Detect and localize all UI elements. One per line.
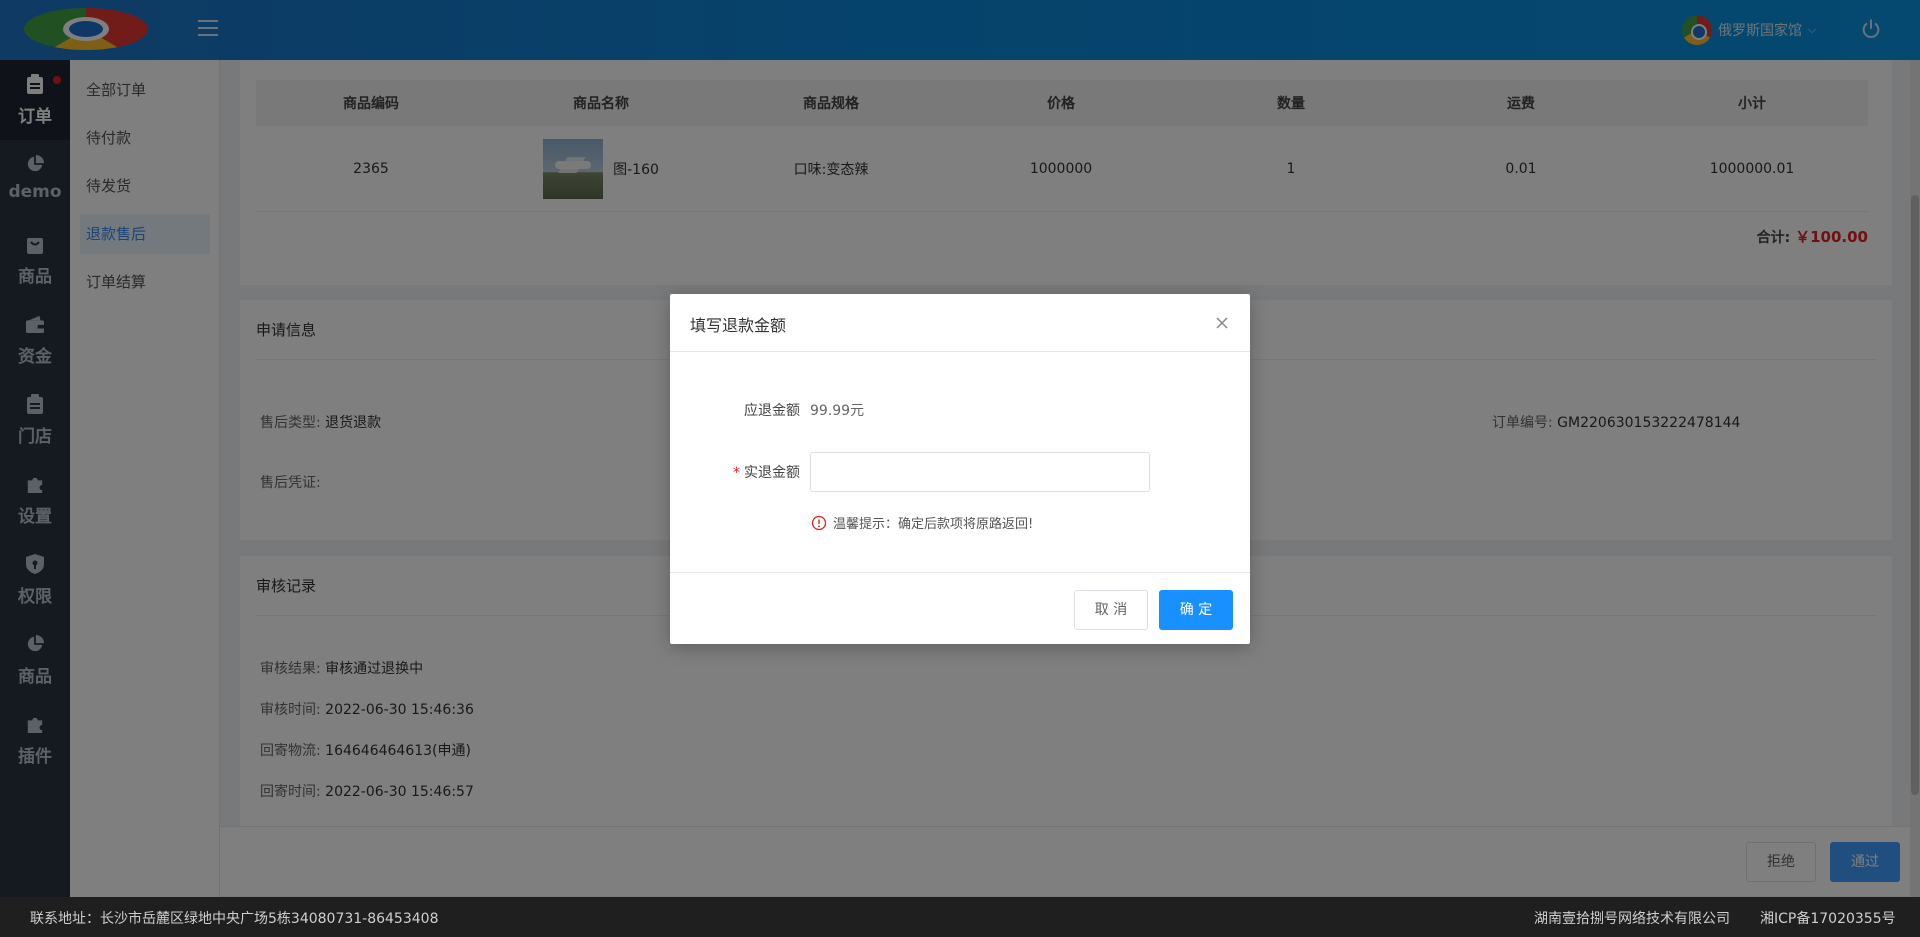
- tip-text: 温馨提示：确定后款项将原路返回!: [833, 517, 1034, 532]
- cancel-button[interactable]: 取 消: [1074, 590, 1148, 630]
- confirm-button[interactable]: 确 定: [1159, 590, 1233, 630]
- required-mark: *: [733, 465, 740, 481]
- footer-icp[interactable]: 湘ICP备17020355号: [1760, 908, 1896, 928]
- footer-address: 联系地址：长沙市岳麓区绿地中央广场5栋34080731-86453408: [30, 911, 439, 927]
- modal-title: 填写退款金额: [690, 316, 787, 335]
- actual-amount-label-text: 实退金额: [744, 465, 800, 481]
- footer-company: 湖南壹拾捌号网络技术有限公司: [1534, 911, 1730, 927]
- modal-header: 填写退款金额: [670, 294, 1250, 352]
- refund-tip: 温馨提示：确定后款项将原路返回!: [811, 513, 1033, 532]
- refund-amount-dialog: 填写退款金额 应退金额 99.99元 * 实退金额 温馨提示：确定后款项将原路返回…: [670, 294, 1250, 644]
- due-amount-label: 应退金额: [744, 403, 800, 419]
- due-amount-value: 99.99元: [810, 403, 865, 419]
- close-icon[interactable]: [1212, 313, 1232, 333]
- warning-circle-icon: [811, 515, 827, 530]
- actual-amount-label: * 实退金额: [670, 462, 800, 482]
- site-footer: 联系地址：长沙市岳麓区绿地中央广场5栋34080731-86453408 湖南壹…: [0, 897, 1920, 937]
- actual-amount-input[interactable]: [810, 452, 1150, 492]
- modal-footer: 取 消 确 定: [670, 572, 1250, 644]
